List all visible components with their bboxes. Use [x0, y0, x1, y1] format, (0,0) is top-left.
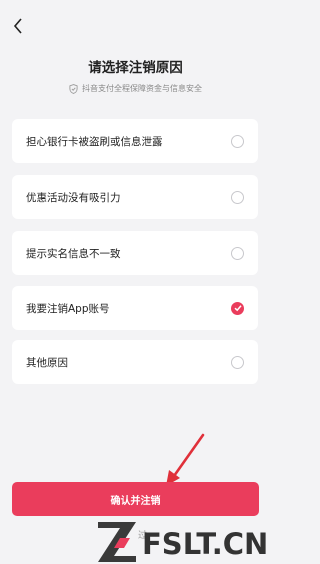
shield-icon: [69, 83, 78, 94]
reason-option-realname[interactable]: 提示实名信息不一致: [12, 231, 258, 275]
page-title: 请选择注销原因: [88, 60, 183, 76]
reason-option-card-leak[interactable]: 担心银行卡被盗刷或信息泄露: [12, 119, 258, 163]
annotation-arrow-icon: [166, 433, 205, 486]
radio-unchecked-icon[interactable]: [231, 190, 244, 204]
checkmark-icon: [233, 305, 242, 312]
reason-option-label: 我要注销App账号: [26, 302, 110, 315]
reason-option-other[interactable]: 其他原因: [12, 340, 258, 384]
reason-option-promotion[interactable]: 优惠活动没有吸引力: [12, 175, 258, 219]
reason-option-close-app-account[interactable]: 我要注销App账号: [12, 286, 258, 330]
back-button[interactable]: [6, 12, 30, 40]
reason-option-label: 提示实名信息不一致: [26, 247, 121, 260]
reason-option-label: 其他原因: [26, 356, 68, 369]
reason-option-label: 优惠活动没有吸引力: [26, 191, 121, 204]
reason-option-label: 担心银行卡被盗刷或信息泄露: [26, 135, 163, 148]
security-note: 抖音支付全程保障资金与信息安全: [0, 83, 271, 94]
chevron-left-icon: [13, 18, 22, 34]
watermark-text: FSLT.CN: [142, 527, 269, 561]
radio-unchecked-icon[interactable]: [231, 134, 244, 148]
radio-checked-icon[interactable]: [231, 301, 244, 315]
watermark-logo-icon: [98, 522, 136, 562]
radio-unchecked-icon[interactable]: [231, 246, 244, 260]
confirm-deregister-button[interactable]: 确认并注销: [12, 482, 259, 516]
radio-unchecked-icon[interactable]: [231, 355, 244, 369]
security-note-text: 抖音支付全程保障资金与信息安全: [82, 84, 202, 93]
